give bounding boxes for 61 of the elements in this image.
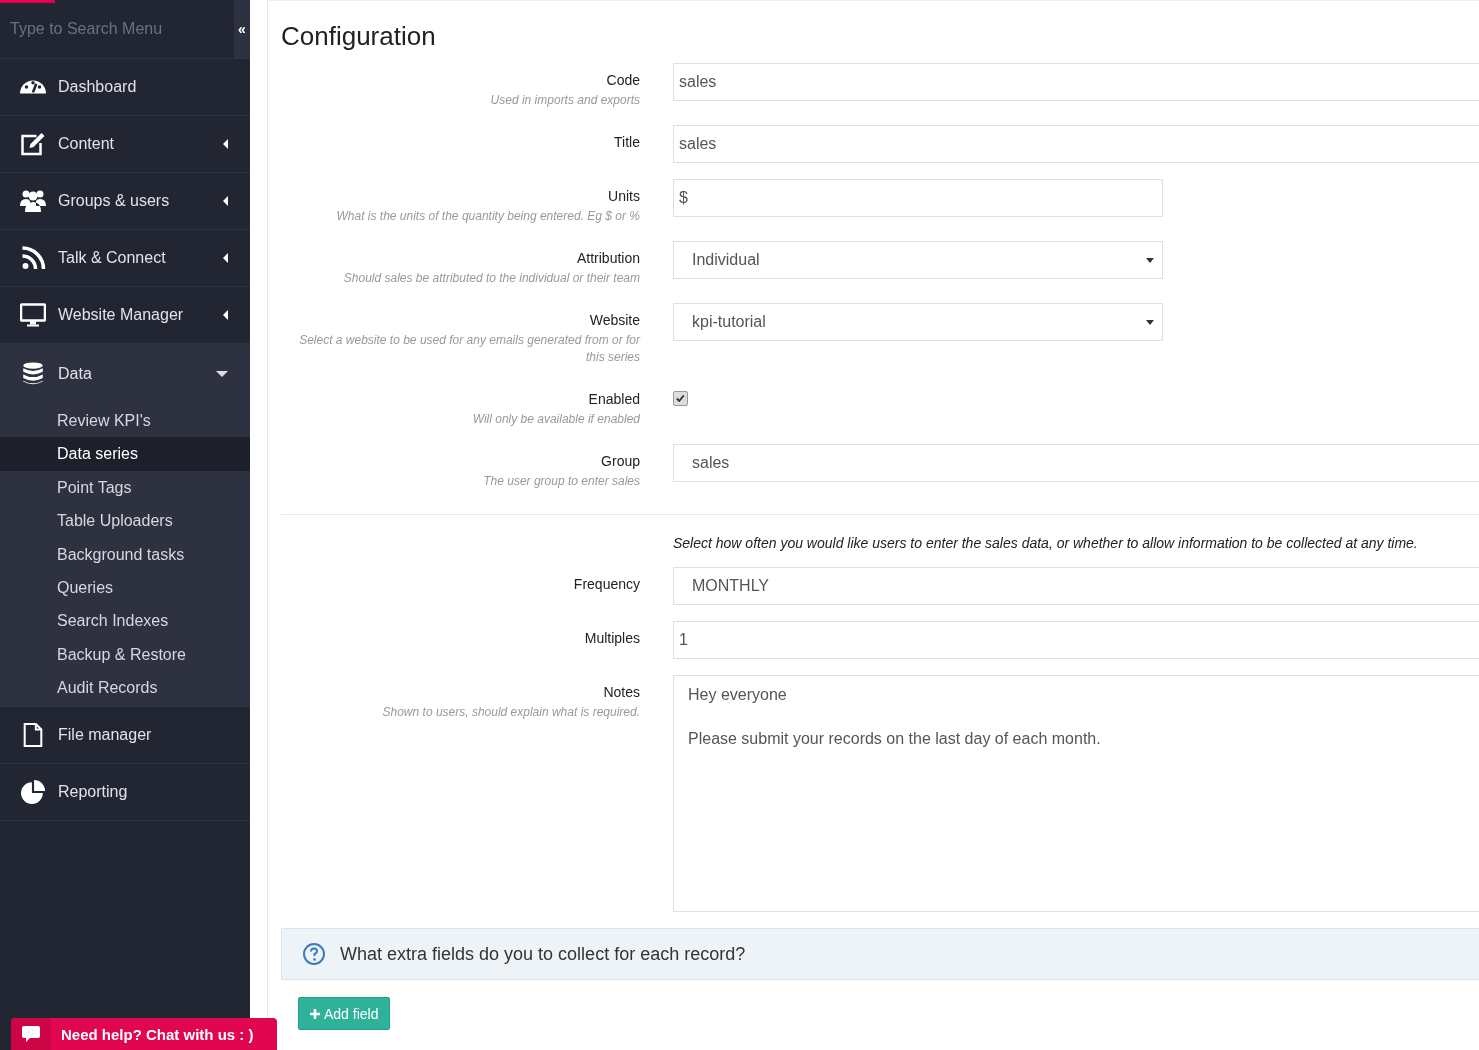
field-label: Enabled [587, 391, 640, 407]
nav-item[interactable]: Data [0, 344, 250, 404]
database-icon [20, 362, 46, 386]
field-label: Group [600, 453, 640, 469]
field-hint: Shown to users, should explain what is required. [381, 704, 640, 721]
users-icon [20, 189, 46, 213]
text-field[interactable]: 1 [673, 621, 1479, 659]
check-icon [676, 395, 685, 402]
dropdown[interactable]: sales [673, 444, 1479, 482]
submenu-item[interactable]: Data series [0, 437, 250, 471]
collapse-button[interactable]: « [234, 0, 250, 58]
edit-icon [20, 132, 46, 156]
dropdown-arrow-icon [1146, 257, 1154, 263]
dropdown[interactable]: Individual [673, 241, 1163, 279]
speech-bubble-icon [21, 1025, 41, 1043]
field-label: Multiples [583, 630, 640, 646]
submenu-item[interactable]: Backup & Restore [0, 637, 250, 672]
notes-textarea[interactable]: Hey everyone Please submit your records on the last day of each month. [673, 675, 1479, 912]
plus-icon [310, 1008, 320, 1019]
nav-item[interactable]: Reporting [0, 763, 250, 821]
page-heading: Configuration [281, 21, 437, 52]
field-hint: Select a website to be used for any emails generated from or for this series [298, 332, 640, 366]
submenu-item[interactable]: Point Tags [0, 470, 250, 505]
field-label: Title [613, 134, 640, 150]
dropdown[interactable]: kpi-tutorial [673, 303, 1163, 341]
nav-item[interactable]: Groups & users [0, 173, 250, 230]
nav-item[interactable]: File manager [0, 706, 250, 764]
rss-icon [20, 246, 46, 270]
submenu-item[interactable]: Review KPI's [0, 404, 250, 438]
text-field[interactable]: $ [673, 179, 1163, 217]
checkbox[interactable] [673, 391, 688, 406]
field-hint: Will only be available if enabled [471, 411, 640, 428]
text-field[interactable]: sales [673, 125, 1479, 163]
help-icon [302, 942, 326, 966]
field-label: Code [605, 72, 640, 88]
field-label: Website [588, 312, 640, 328]
dropdown-arrow-icon [1146, 319, 1154, 325]
field-hint: What is the units of the quantity being entered. Eg $ or % [335, 208, 640, 225]
field-label: Attribution [575, 250, 640, 266]
loading-bar [0, 0, 55, 3]
text-field[interactable]: sales [673, 63, 1479, 101]
panel-title: What extra fields do you to collect for each record? [340, 943, 746, 965]
submenu-item[interactable]: Background tasks [0, 537, 250, 571]
chat-button[interactable]: Need help? Chat with us : ) [11, 1018, 277, 1050]
field-hint: The user group to enter sales [482, 473, 640, 490]
dropdown[interactable]: MONTHLY [673, 567, 1479, 605]
pie-chart-icon [20, 779, 46, 804]
nav-item[interactable]: Dashboard [0, 59, 250, 116]
submenu-item[interactable]: Audit Records [0, 671, 250, 705]
nav-item[interactable]: Content [0, 116, 250, 173]
submenu-item[interactable]: Queries [0, 570, 250, 605]
submenu-item[interactable]: Table Uploaders [0, 504, 250, 538]
frequency-description: Select how often you would like users to enter the sales data, or whether to allow information to be collected at any time. [673, 535, 1419, 551]
field-hint: Should sales be attributed to the individual or their team [342, 270, 640, 287]
nav-item[interactable]: Talk & Connect [0, 230, 250, 287]
submenu-item[interactable]: Search Indexes [0, 604, 250, 638]
field-label: Units [607, 188, 640, 204]
field-label: Notes [602, 684, 640, 700]
field-hint: Used in imports and exports [489, 92, 640, 109]
monitor-icon [20, 303, 46, 327]
field-label: Frequency [572, 576, 640, 592]
